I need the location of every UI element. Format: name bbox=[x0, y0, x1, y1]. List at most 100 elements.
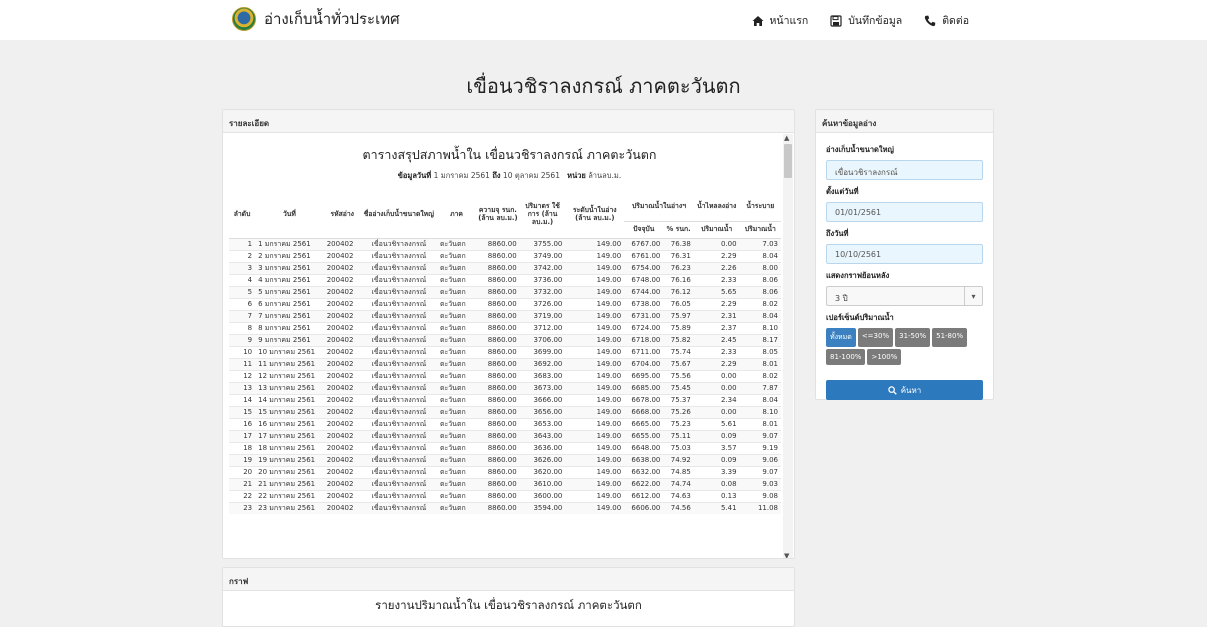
row-capacity: 8860.00 bbox=[476, 273, 520, 286]
row-min-level: 149.00 bbox=[565, 357, 625, 370]
end-date-label: ถึงวันที่ bbox=[826, 229, 849, 238]
row-region: ตะวันตก bbox=[436, 321, 477, 334]
row-no: 20 bbox=[229, 465, 256, 478]
row-usable: 3610.00 bbox=[519, 477, 566, 490]
row-percent: 75.89 bbox=[663, 321, 694, 334]
scroll-down-icon[interactable]: ▼ bbox=[784, 552, 789, 558]
nav-contact[interactable]: ติดต่อ bbox=[924, 12, 969, 29]
row-min-level: 149.00 bbox=[565, 465, 625, 478]
row-min-level: 149.00 bbox=[565, 321, 625, 334]
row-inflow: 2.33 bbox=[693, 273, 740, 286]
row-usable: 3726.00 bbox=[519, 297, 566, 310]
percent-filter-le30[interactable]: <=30% bbox=[857, 328, 894, 347]
row-min-level: 149.00 bbox=[565, 345, 625, 358]
row-min-level: 149.00 bbox=[565, 273, 625, 286]
row-percent: 76.16 bbox=[663, 273, 694, 286]
row-min-level: 149.00 bbox=[565, 405, 625, 418]
home-icon bbox=[752, 15, 763, 26]
scroll-up-icon[interactable]: ▲ bbox=[784, 134, 789, 142]
col-date: วันที่ bbox=[255, 191, 324, 239]
row-region: ตะวันตก bbox=[436, 333, 477, 346]
row-min-level: 149.00 bbox=[565, 369, 625, 382]
brand-title: อ่างเก็บน้ำทั่วประเทศ bbox=[264, 10, 400, 28]
row-code: 200402 bbox=[323, 357, 361, 370]
percent-filter-51-80[interactable]: 51-80% bbox=[932, 328, 968, 347]
row-inflow: 0.00 bbox=[693, 369, 740, 382]
row-usable: 3719.00 bbox=[519, 309, 566, 322]
row-usable: 3653.00 bbox=[519, 417, 566, 430]
row-usable: 3656.00 bbox=[519, 405, 566, 418]
logo-icon bbox=[232, 7, 256, 31]
nav-record-label: บันทึกข้อมูล bbox=[848, 15, 903, 27]
row-region: ตะวันตก bbox=[436, 477, 477, 490]
row-current: 6711.00 bbox=[624, 345, 664, 358]
row-usable: 3620.00 bbox=[519, 465, 566, 478]
row-name: เขื่อนวชิราลงกรณ์ bbox=[360, 369, 437, 382]
row-min-level: 149.00 bbox=[565, 417, 625, 430]
row-percent: 75.03 bbox=[663, 441, 694, 454]
row-no: 12 bbox=[229, 369, 256, 382]
detail-scroll-area[interactable]: ตารางสรุปสภาพน้ำใน เขื่อนวชิราลงกรณ์ ภาค… bbox=[223, 134, 794, 558]
dam-label: อ่างเก็บน้ำขนาดใหญ่ bbox=[826, 145, 894, 154]
row-no: 2 bbox=[229, 249, 256, 262]
nav-home-label: หน้าแรก bbox=[769, 15, 809, 27]
row-release: 8.02 bbox=[739, 369, 781, 382]
row-release: 9.03 bbox=[739, 477, 781, 490]
scrollbar-thumb[interactable] bbox=[784, 144, 792, 178]
report-subtitle: ข้อมูลวันที่ 1 มกราคม 2561 ถึง 10 ตุลาคม… bbox=[223, 170, 794, 182]
report-title: ตารางสรุปสภาพน้ำใน เขื่อนวชิราลงกรณ์ ภาค… bbox=[362, 147, 657, 162]
end-date-field[interactable]: 10/10/2561 bbox=[826, 244, 983, 264]
nav-record[interactable]: บันทึกข้อมูล bbox=[830, 12, 902, 29]
graph-title: รายงานปริมาณน้ำใน เขื่อนวชิราลงกรณ์ ภาคต… bbox=[375, 598, 642, 612]
percent-filter-all[interactable]: ทั้งหมด bbox=[826, 328, 856, 347]
row-code: 200402 bbox=[323, 321, 361, 334]
dam-field[interactable]: เขื่อนวชิราลงกรณ์ bbox=[826, 160, 983, 180]
row-name: เขื่อนวชิราลงกรณ์ bbox=[360, 249, 437, 262]
phone-icon bbox=[925, 15, 936, 26]
row-date: 2 มกราคม 2561 bbox=[255, 249, 324, 262]
row-release: 9.19 bbox=[739, 441, 781, 454]
table-scrollbar[interactable]: ▲ ▼ bbox=[783, 134, 793, 558]
graph-range-select[interactable]: 3 ปี ▾ bbox=[826, 286, 983, 306]
row-usable: 3736.00 bbox=[519, 273, 566, 286]
start-date-label: ตั้งแต่วันที่ bbox=[826, 187, 859, 196]
row-min-level: 149.00 bbox=[565, 501, 625, 514]
row-name: เขื่อนวชิราลงกรณ์ bbox=[360, 237, 437, 250]
graph-panel-heading: กราฟ bbox=[223, 568, 794, 591]
row-current: 6718.00 bbox=[624, 333, 664, 346]
row-release: 8.06 bbox=[739, 273, 781, 286]
row-no: 21 bbox=[229, 477, 256, 490]
row-current: 6632.00 bbox=[624, 465, 664, 478]
brand[interactable]: อ่างเก็บน้ำทั่วประเทศ bbox=[232, 7, 400, 31]
start-date-field[interactable]: 01/01/2561 bbox=[826, 202, 983, 222]
row-date: 9 มกราคม 2561 bbox=[255, 333, 324, 346]
row-current: 6704.00 bbox=[624, 357, 664, 370]
row-date: 13 มกราคม 2561 bbox=[255, 381, 324, 394]
row-usable: 3755.00 bbox=[519, 237, 566, 250]
row-date: 4 มกราคม 2561 bbox=[255, 273, 324, 286]
graph-panel: กราฟ รายงานปริมาณน้ำใน เขื่อนวชิราลงกรณ์… bbox=[222, 567, 795, 627]
row-code: 200402 bbox=[323, 297, 361, 310]
percent-filter-81-100[interactable]: 81-100% bbox=[826, 349, 866, 365]
row-name: เขื่อนวชิราลงกรณ์ bbox=[360, 285, 437, 298]
row-code: 200402 bbox=[323, 333, 361, 346]
row-percent: 75.56 bbox=[663, 369, 694, 382]
search-button-label: ค้นหา bbox=[900, 385, 922, 395]
percent-filter-gt100[interactable]: >100% bbox=[867, 349, 902, 365]
table-row: 10 10 มกราคม 2561 200402 เขื่อนวชิราลงกรณ์ต… bbox=[229, 345, 781, 358]
row-inflow: 0.08 bbox=[693, 477, 740, 490]
row-no: 18 bbox=[229, 441, 256, 454]
percent-filter-31-50[interactable]: 31-50% bbox=[895, 328, 931, 347]
row-min-level: 149.00 bbox=[565, 261, 625, 274]
report-date-label: ข้อมูลวันที่ bbox=[397, 171, 432, 180]
row-date: 22 มกราคม 2561 bbox=[255, 489, 324, 502]
row-percent: 74.63 bbox=[663, 489, 694, 502]
row-code: 200402 bbox=[323, 345, 361, 358]
row-capacity: 8860.00 bbox=[476, 237, 520, 250]
row-date: 7 มกราคม 2561 bbox=[255, 309, 324, 322]
row-inflow: 0.00 bbox=[693, 405, 740, 418]
search-button[interactable]: ค้นหา bbox=[826, 380, 983, 400]
row-code: 200402 bbox=[323, 405, 361, 418]
row-region: ตะวันตก bbox=[436, 393, 477, 406]
nav-home[interactable]: หน้าแรก bbox=[752, 12, 809, 29]
